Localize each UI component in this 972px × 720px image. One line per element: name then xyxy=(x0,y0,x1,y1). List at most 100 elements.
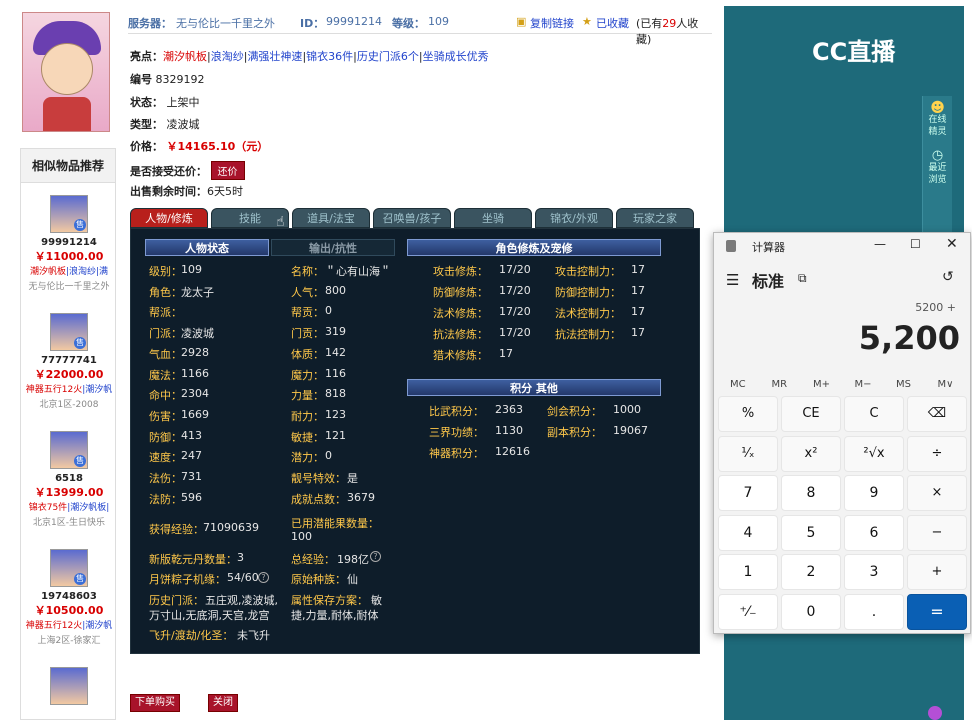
digit-2-button[interactable]: 2 xyxy=(781,554,841,590)
help-icon[interactable]: ? xyxy=(370,551,381,562)
server-label: 服务器： xyxy=(128,17,172,30)
item-id: 19748603 xyxy=(41,591,97,602)
calc-key-button[interactable]: % xyxy=(718,396,778,432)
ascend-value: 未飞升 xyxy=(237,629,270,642)
memory-button[interactable]: M∨ xyxy=(938,379,954,390)
highlight-tag[interactable]: 满强壮神速 xyxy=(247,50,302,63)
highlight-tag[interactable]: 潮汐帆板 xyxy=(163,50,207,63)
taskbar-app-icon[interactable] xyxy=(928,706,942,720)
memory-button[interactable]: MR xyxy=(772,379,788,390)
stat-label: 帮贡： xyxy=(291,306,324,320)
calc-key-button[interactable]: C xyxy=(844,396,904,432)
char-status-header[interactable]: 人物状态 xyxy=(145,239,269,256)
calc-key-button[interactable]: − xyxy=(907,514,967,551)
memory-button[interactable]: MS xyxy=(896,379,911,390)
recommend-item[interactable]: 售 99991214 ￥11000.00 潮汐帆板|浪淘纱|满 无与伦比一千里之外 xyxy=(21,195,117,292)
favorited-button[interactable]: 已收藏 xyxy=(596,15,629,31)
calc-key-button[interactable]: ÷ xyxy=(907,435,967,472)
item-thumbnail[interactable]: 售 xyxy=(50,313,88,351)
control-label: 攻击控制力： xyxy=(555,265,621,278)
minimize-icon[interactable]: — xyxy=(874,237,886,251)
item-id: 99991214 xyxy=(41,237,97,248)
recommend-item[interactable] xyxy=(21,667,117,705)
training-header: 角色修炼及宠修 xyxy=(407,239,661,256)
stat-label: 体质： xyxy=(291,347,324,361)
recommend-item[interactable]: 售 77777741 ￥22000.00 神器五行12火|潮汐帆 北京1区-2008 xyxy=(21,313,117,410)
digit-9-button[interactable]: 9 xyxy=(844,475,904,511)
training-value: 17 xyxy=(499,347,513,360)
memory-button[interactable]: MC xyxy=(730,379,746,390)
digit-6-button[interactable]: 6 xyxy=(844,514,904,551)
calc-key-button[interactable]: ²√x xyxy=(844,435,904,472)
online-sprite-link[interactable]: 在线精灵 xyxy=(926,114,950,138)
stat-value: ＂心有山海＂ xyxy=(325,265,391,278)
highlight-tag[interactable]: 坐骑成长优秀 xyxy=(423,50,489,63)
tab-outfits[interactable]: 锦衣/外观 xyxy=(535,208,613,228)
item-thumbnail[interactable] xyxy=(50,667,88,705)
memory-button[interactable]: M+ xyxy=(813,379,830,390)
digit-7-button[interactable]: 7 xyxy=(718,475,778,511)
stat-label: 魔法： xyxy=(149,368,182,382)
highlight-tag[interactable]: 历史门派6个 xyxy=(357,50,419,63)
stat-label: 敏捷： xyxy=(291,430,324,444)
points-value: 1130 xyxy=(495,424,523,437)
copy-link-icon: ▣ xyxy=(516,15,527,28)
tab-character[interactable]: 人物/修炼 xyxy=(130,208,208,228)
tab-items[interactable]: 道具/法宝 xyxy=(292,208,370,228)
stat-value: 818 xyxy=(325,387,346,401)
bargain-button[interactable]: 还价 xyxy=(210,161,245,180)
calc-key-button[interactable]: = xyxy=(907,593,967,630)
item-thumbnail[interactable]: 售 xyxy=(50,195,88,233)
clock-icon: ◷ xyxy=(931,148,944,163)
calc-key-button[interactable]: CE xyxy=(781,396,841,432)
maximize-icon[interactable]: ☐ xyxy=(910,237,921,251)
tab-pets[interactable]: 召唤兽/孩子 xyxy=(373,208,451,228)
points-header: 积分 其他 xyxy=(407,379,661,396)
buy-button[interactable]: 下单购买 xyxy=(130,694,180,712)
tab-home[interactable]: 玩家之家 xyxy=(616,208,694,228)
item-server: 无与伦比一千里之外 xyxy=(28,282,110,292)
menu-icon[interactable]: ☰ xyxy=(726,271,739,289)
digit-0-button[interactable]: 0 xyxy=(781,593,841,630)
memory-button[interactable]: M− xyxy=(855,379,872,390)
stat-label: 速度： xyxy=(149,451,182,465)
recommend-item[interactable]: 售 19748603 ￥10500.00 神器五行12火|潮汐帆 上海2区-徐家汇 xyxy=(21,549,117,646)
digit-3-button[interactable]: 3 xyxy=(844,554,904,590)
help-icon[interactable]: ? xyxy=(258,572,269,583)
potential-fruit-label: 已用潜能果数量： xyxy=(291,517,379,530)
item-thumbnail[interactable]: 售 xyxy=(50,549,88,587)
recent-browse-link[interactable]: 最近浏览 xyxy=(926,162,950,186)
tab-mounts[interactable]: 坐骑 xyxy=(454,208,532,228)
digit-8-button[interactable]: 8 xyxy=(781,475,841,511)
close-icon[interactable]: ✕ xyxy=(946,236,958,252)
calc-key-button[interactable]: ⁺⁄₋ xyxy=(718,593,778,630)
output-resist-header[interactable]: 输出/抗性 xyxy=(271,239,395,256)
potential-fruit-value: 100 xyxy=(291,530,312,543)
item-id: 77777741 xyxy=(41,355,97,366)
highlight-tag[interactable]: 浪淘纱 xyxy=(211,50,244,63)
digit-5-button[interactable]: 5 xyxy=(781,514,841,551)
sale-badge: 售 xyxy=(74,337,86,349)
calc-key-button[interactable]: ¹⁄ₓ xyxy=(718,435,778,472)
item-tags: 潮汐帆板|浪淘纱|满 xyxy=(21,264,117,277)
calc-key-button[interactable]: . xyxy=(844,593,904,630)
calc-key-button[interactable]: ⌫ xyxy=(907,396,967,432)
stat-value: 0 xyxy=(325,304,332,318)
sprite-icon: ☻ xyxy=(930,100,945,116)
close-button[interactable]: 关闭 xyxy=(208,694,238,712)
digit-4-button[interactable]: 4 xyxy=(718,514,778,551)
keep-on-top-icon[interactable]: ⧉ xyxy=(798,271,807,286)
copy-link-button[interactable]: 复制链接 xyxy=(530,15,574,31)
level-label: 等级： xyxy=(392,17,425,30)
calc-key-button[interactable]: × xyxy=(907,475,967,511)
item-thumbnail[interactable]: 售 xyxy=(50,431,88,469)
origin-race-value: 仙 xyxy=(347,573,358,586)
highlight-tag[interactable]: 锦衣36件 xyxy=(306,50,353,63)
zongzi-label: 月饼粽子机缘： xyxy=(149,573,226,586)
history-school-label: 历史门派： xyxy=(149,594,204,607)
digit-1-button[interactable]: 1 xyxy=(718,554,778,590)
calc-key-button[interactable]: + xyxy=(907,554,967,590)
calc-key-button[interactable]: x² xyxy=(781,435,841,472)
history-icon[interactable]: ↺ xyxy=(942,269,954,285)
recommend-item[interactable]: 售 6518 ￥13999.00 锦衣75件|潮汐帆板| 北京1区-生日快乐 xyxy=(21,431,117,528)
